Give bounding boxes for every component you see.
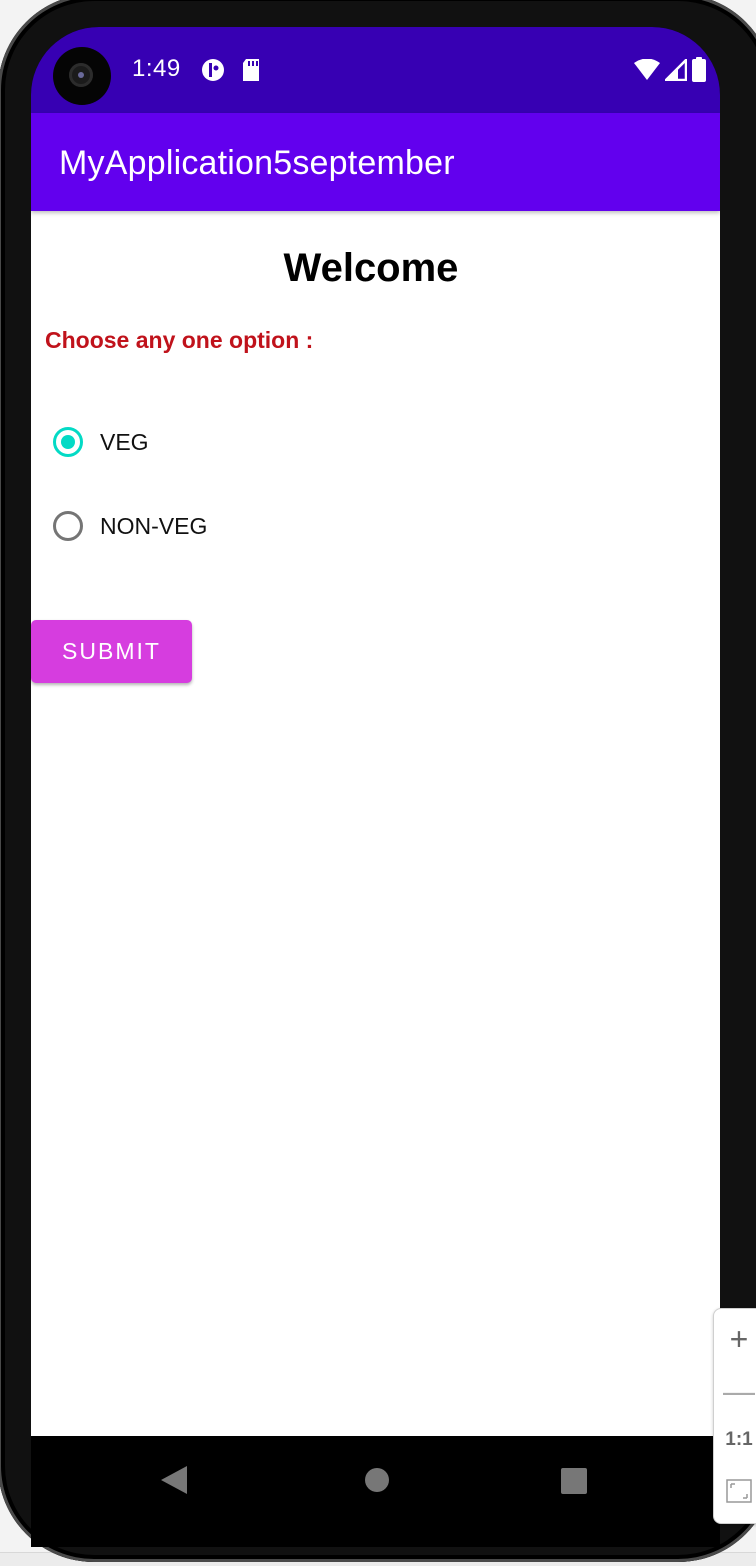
camera-lens-icon [69, 63, 93, 87]
fit-screen-icon[interactable] [714, 1479, 756, 1510]
zoom-out-button[interactable]: — [714, 1373, 756, 1410]
battery-icon [691, 57, 707, 88]
emulator-zoom-controls: + — 1:1 [713, 1308, 756, 1524]
status-right-icons [633, 56, 707, 88]
radio-button-checked[interactable] [53, 427, 83, 457]
zoom-in-button[interactable]: + [714, 1321, 756, 1358]
app-title: MyApplication5september [59, 144, 455, 182]
notification-app-icon [201, 58, 225, 87]
radio-button-unchecked[interactable] [53, 511, 83, 541]
nav-back-icon[interactable] [159, 1464, 189, 1501]
radio-option-non-veg[interactable]: NON-VEG [53, 502, 207, 550]
status-time: 1:49 [132, 55, 181, 82]
nav-recents-icon[interactable] [559, 1464, 589, 1501]
submit-button[interactable]: SUBMIT [31, 620, 192, 683]
system-nav-bar [31, 1436, 720, 1547]
device-screen: 1:49 MyApplication5september Welcome Cho… [31, 27, 720, 1547]
app-bar: MyApplication5september [31, 113, 720, 211]
status-bar: 1:49 [31, 27, 720, 113]
nav-home-icon[interactable] [361, 1464, 393, 1501]
main-content: Welcome Choose any one option : VEG NON-… [31, 211, 720, 1436]
emulator-canvas: 1:49 MyApplication5september Welcome Cho… [0, 0, 756, 1566]
cellular-signal-icon [662, 56, 688, 86]
welcome-heading: Welcome [283, 246, 459, 290]
actual-size-button[interactable]: 1:1 [714, 1429, 756, 1451]
sd-card-icon [241, 58, 261, 87]
wifi-icon [633, 58, 661, 86]
radio-label-non-veg: NON-VEG [100, 512, 208, 539]
choose-option-prompt: Choose any one option : [45, 327, 314, 353]
radio-option-veg[interactable]: VEG [53, 418, 149, 466]
front-camera [53, 47, 111, 105]
radio-label-veg: VEG [100, 428, 149, 455]
